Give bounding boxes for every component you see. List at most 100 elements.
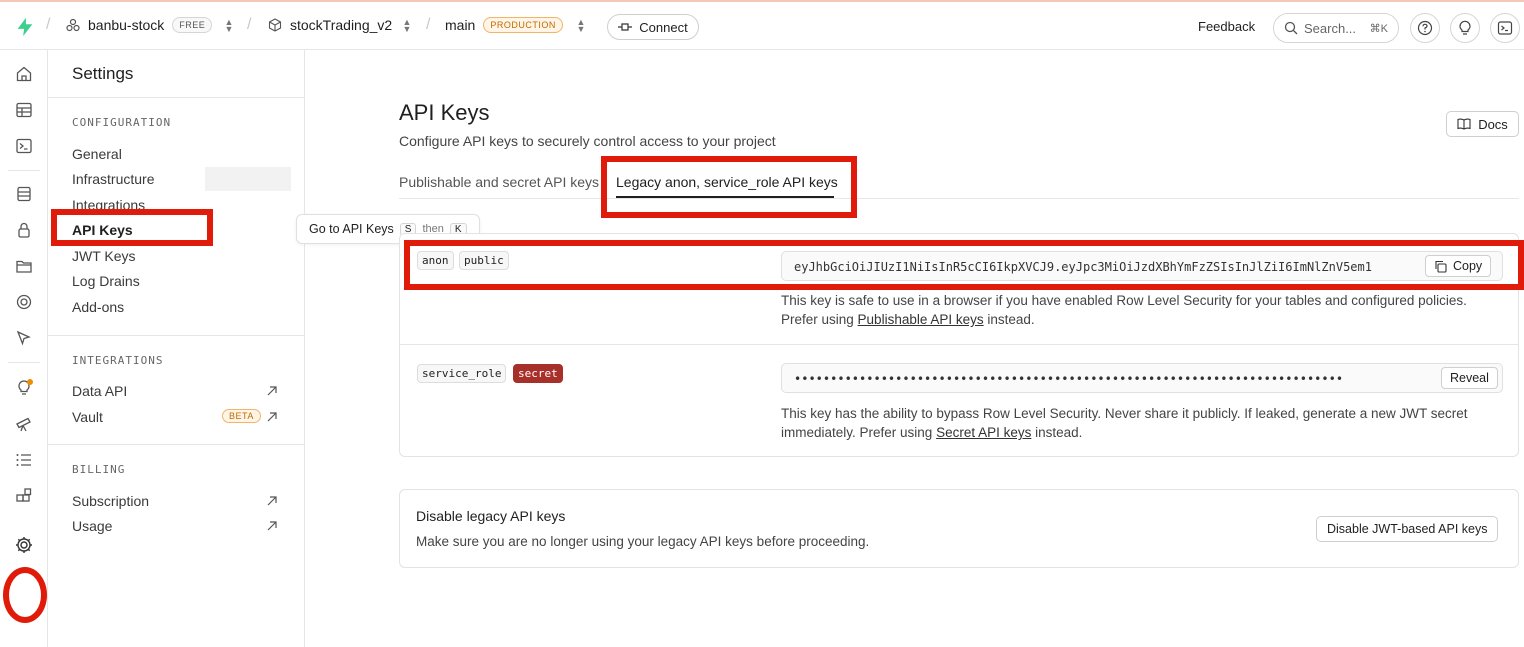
integrations-blocks-icon[interactable] — [14, 486, 34, 506]
logs-list-icon[interactable] — [14, 450, 34, 470]
sidebar-item-api-keys[interactable]: API Keys — [72, 222, 133, 238]
sidebar-item-integrations[interactable]: Integrations — [72, 197, 145, 213]
env-badge: PRODUCTION — [483, 17, 563, 33]
edge-functions-icon[interactable] — [14, 292, 34, 312]
book-icon — [1457, 118, 1471, 130]
reports-telescope-icon[interactable] — [14, 414, 34, 434]
storage-folder-icon[interactable] — [14, 256, 34, 276]
desc-text: Prefer using — [781, 312, 858, 327]
publishable-keys-link[interactable]: Publishable API keys — [858, 312, 984, 327]
external-link-icon — [267, 412, 277, 422]
legacy-keys-card: anon public eyJhbGciOiJIUzI1NiIsInR5cCI6… — [399, 233, 1519, 457]
page-subtitle: Configure API keys to securely control a… — [399, 133, 776, 149]
settings-sidebar: Settings CONFIGURATION General Infrastru… — [48, 50, 305, 647]
plug-icon — [618, 23, 633, 31]
copy-label: Copy — [1453, 259, 1483, 273]
service-role-key-field[interactable]: ••••••••••••••••••••••••••••••••••••••••… — [781, 363, 1503, 393]
anon-key-field[interactable]: eyJhbGciOiJIUzI1NiIsInR5cCI6IkpXVCJ9.eyJ… — [781, 251, 1503, 281]
tab-publishable-keys[interactable]: Publishable and secret API keys — [399, 174, 599, 190]
settings-highlight-ring — [3, 567, 47, 623]
chevron-updown-icon[interactable]: ▲ ▼ — [402, 18, 412, 34]
tips-button[interactable] — [1450, 13, 1480, 43]
realtime-cursor-icon[interactable] — [14, 328, 34, 348]
tooltip-label: Go to API Keys — [309, 222, 394, 236]
supabase-logo-icon[interactable] — [14, 16, 36, 38]
search-button[interactable]: Search... ⌘K — [1273, 13, 1399, 43]
anon-desc-line1: This key is safe to use in a browser if … — [781, 293, 1467, 308]
plan-badge: FREE — [172, 17, 213, 33]
key-name-chip: anon — [417, 251, 454, 270]
anon-desc-line2: Prefer using Publishable API keys instea… — [781, 310, 1501, 329]
rail-divider — [8, 362, 40, 363]
sidebar-item-subscription[interactable]: Subscription — [72, 493, 149, 509]
disable-jwt-keys-button[interactable]: Disable JWT-based API keys — [1316, 516, 1499, 542]
connect-button[interactable]: Connect — [607, 14, 699, 40]
anon-key-description: This key is safe to use in a browser if … — [781, 291, 1501, 329]
active-tab-indicator — [616, 196, 834, 198]
settings-gear-icon[interactable] — [14, 535, 34, 555]
help-button[interactable] — [1410, 13, 1440, 43]
anon-key-value: eyJhbGciOiJIUzI1NiIsInR5cCI6IkpXVCJ9.eyJ… — [794, 260, 1372, 274]
sidebar-item-vault[interactable]: Vault — [72, 409, 103, 425]
service-desc-line1: This key has the ability to bypass Row L… — [781, 406, 1468, 421]
disable-title: Disable legacy API keys — [416, 508, 566, 524]
lightbulb-icon — [1459, 20, 1471, 35]
key-tag-chip: public — [459, 251, 509, 270]
docs-button[interactable]: Docs — [1446, 111, 1519, 137]
org-name: banbu-stock — [88, 17, 165, 33]
page-title: API Keys — [399, 100, 490, 125]
sidebar-divider — [48, 335, 305, 336]
help-icon — [1417, 20, 1433, 36]
desc-text: immediately. Prefer using — [781, 425, 937, 440]
external-link-icon — [267, 496, 277, 506]
section-configuration: CONFIGURATION — [72, 116, 172, 129]
hover-highlight — [205, 167, 291, 191]
feedback-button[interactable]: Feedback — [1198, 19, 1255, 34]
service-desc-line2: immediately. Prefer using Secret API key… — [781, 423, 1501, 442]
database-icon[interactable] — [14, 184, 34, 204]
branch-selector[interactable]: main PRODUCTION — [445, 17, 563, 33]
sidebar-item-add-ons[interactable]: Add-ons — [72, 299, 124, 315]
terminal-button[interactable] — [1490, 13, 1520, 43]
sidebar-item-jwt-keys[interactable]: JWT Keys — [72, 248, 136, 264]
copy-icon — [1435, 260, 1447, 273]
advisors-lightbulb-icon[interactable] — [14, 378, 34, 398]
auth-lock-icon[interactable] — [14, 220, 34, 240]
breadcrumb-separator: / — [46, 16, 51, 33]
disable-subtitle: Make sure you are no longer using your l… — [416, 534, 870, 549]
icon-rail — [0, 50, 48, 647]
tab-legacy-keys[interactable]: Legacy anon, service_role API keys — [616, 174, 838, 190]
sidebar-item-infrastructure[interactable]: Infrastructure — [72, 171, 154, 187]
beta-badge: BETA — [222, 409, 261, 423]
search-placeholder: Search... — [1304, 20, 1357, 36]
sidebar-divider — [48, 444, 305, 445]
reveal-button[interactable]: Reveal — [1441, 367, 1498, 389]
sidebar-title: Settings — [72, 64, 134, 83]
terminal-icon — [1497, 21, 1513, 35]
chevron-updown-icon[interactable]: ▲ ▼ — [224, 18, 234, 34]
docs-label: Docs — [1478, 116, 1508, 132]
desc-text: instead. — [1031, 425, 1083, 440]
secret-keys-link[interactable]: Secret API keys — [936, 425, 1031, 440]
sidebar-divider — [48, 97, 305, 98]
search-icon — [1284, 21, 1298, 35]
project-name: stockTrading_v2 — [290, 17, 393, 33]
top-bar: / banbu-stock FREE ▲ ▼ / stockTrading_v2 … — [0, 0, 1524, 50]
project-selector[interactable]: stockTrading_v2 — [268, 17, 392, 33]
sidebar-item-data-api[interactable]: Data API — [72, 383, 127, 399]
sql-editor-icon[interactable] — [14, 136, 34, 156]
tabs-baseline — [399, 198, 1519, 199]
breadcrumb-separator: / — [426, 16, 431, 33]
sidebar-item-usage[interactable]: Usage — [72, 518, 112, 534]
sidebar-item-log-drains[interactable]: Log Drains — [72, 273, 140, 289]
org-selector[interactable]: banbu-stock FREE — [66, 17, 213, 33]
desc-text: instead. — [983, 312, 1035, 327]
org-icon — [66, 18, 80, 32]
search-shortcut: ⌘K — [1369, 22, 1388, 35]
connect-label: Connect — [639, 19, 688, 35]
home-icon[interactable] — [14, 64, 34, 84]
copy-button[interactable]: Copy — [1425, 255, 1492, 277]
sidebar-item-general[interactable]: General — [72, 146, 122, 162]
chevron-updown-icon[interactable]: ▲ ▼ — [576, 18, 586, 34]
table-editor-icon[interactable] — [14, 100, 34, 120]
